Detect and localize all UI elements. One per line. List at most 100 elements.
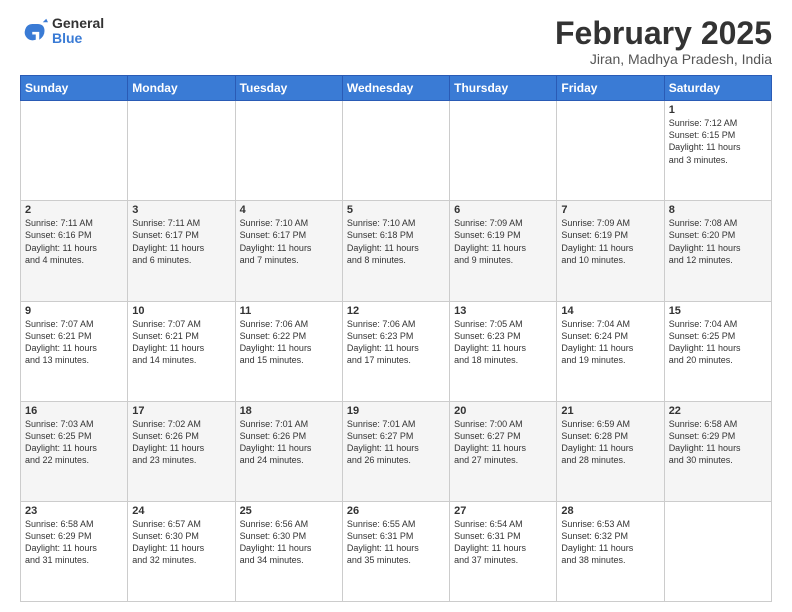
calendar-cell: 12Sunrise: 7:06 AM Sunset: 6:23 PM Dayli… — [342, 301, 449, 401]
day-number: 9 — [25, 305, 123, 317]
day-number: 13 — [454, 305, 552, 317]
day-info: Sunrise: 7:09 AM Sunset: 6:19 PM Dayligh… — [561, 217, 659, 266]
calendar-cell — [450, 101, 557, 201]
calendar-header-row: SundayMondayTuesdayWednesdayThursdayFrid… — [21, 76, 772, 101]
day-number: 8 — [669, 204, 767, 216]
day-info: Sunrise: 7:10 AM Sunset: 6:17 PM Dayligh… — [240, 217, 338, 266]
calendar-header-saturday: Saturday — [664, 76, 771, 101]
calendar-header-thursday: Thursday — [450, 76, 557, 101]
calendar-cell: 7Sunrise: 7:09 AM Sunset: 6:19 PM Daylig… — [557, 201, 664, 301]
day-info: Sunrise: 7:01 AM Sunset: 6:27 PM Dayligh… — [347, 418, 445, 467]
logo-general: General — [52, 16, 104, 31]
day-number: 6 — [454, 204, 552, 216]
calendar-cell: 19Sunrise: 7:01 AM Sunset: 6:27 PM Dayli… — [342, 401, 449, 501]
day-number: 26 — [347, 505, 445, 517]
calendar-cell — [128, 101, 235, 201]
calendar-cell: 24Sunrise: 6:57 AM Sunset: 6:30 PM Dayli… — [128, 501, 235, 601]
day-info: Sunrise: 6:53 AM Sunset: 6:32 PM Dayligh… — [561, 518, 659, 567]
day-number: 1 — [669, 104, 767, 116]
calendar-cell: 3Sunrise: 7:11 AM Sunset: 6:17 PM Daylig… — [128, 201, 235, 301]
title-section: February 2025 Jiran, Madhya Pradesh, Ind… — [555, 16, 772, 67]
day-number: 17 — [132, 405, 230, 417]
day-number: 3 — [132, 204, 230, 216]
calendar-week-3: 16Sunrise: 7:03 AM Sunset: 6:25 PM Dayli… — [21, 401, 772, 501]
day-info: Sunrise: 7:07 AM Sunset: 6:21 PM Dayligh… — [25, 318, 123, 367]
day-info: Sunrise: 7:11 AM Sunset: 6:17 PM Dayligh… — [132, 217, 230, 266]
day-info: Sunrise: 6:57 AM Sunset: 6:30 PM Dayligh… — [132, 518, 230, 567]
day-number: 23 — [25, 505, 123, 517]
calendar-week-1: 2Sunrise: 7:11 AM Sunset: 6:16 PM Daylig… — [21, 201, 772, 301]
calendar-cell: 17Sunrise: 7:02 AM Sunset: 6:26 PM Dayli… — [128, 401, 235, 501]
calendar-cell: 14Sunrise: 7:04 AM Sunset: 6:24 PM Dayli… — [557, 301, 664, 401]
day-info: Sunrise: 7:10 AM Sunset: 6:18 PM Dayligh… — [347, 217, 445, 266]
day-info: Sunrise: 6:55 AM Sunset: 6:31 PM Dayligh… — [347, 518, 445, 567]
day-number: 4 — [240, 204, 338, 216]
day-number: 10 — [132, 305, 230, 317]
day-number: 18 — [240, 405, 338, 417]
day-number: 27 — [454, 505, 552, 517]
day-number: 24 — [132, 505, 230, 517]
logo-text: General Blue — [52, 16, 104, 47]
day-info: Sunrise: 7:12 AM Sunset: 6:15 PM Dayligh… — [669, 117, 767, 166]
calendar-cell: 26Sunrise: 6:55 AM Sunset: 6:31 PM Dayli… — [342, 501, 449, 601]
calendar-cell: 21Sunrise: 6:59 AM Sunset: 6:28 PM Dayli… — [557, 401, 664, 501]
calendar-cell: 2Sunrise: 7:11 AM Sunset: 6:16 PM Daylig… — [21, 201, 128, 301]
calendar-cell — [235, 101, 342, 201]
day-number: 5 — [347, 204, 445, 216]
calendar-header-tuesday: Tuesday — [235, 76, 342, 101]
logo: General Blue — [20, 16, 104, 47]
day-number: 12 — [347, 305, 445, 317]
calendar-cell: 10Sunrise: 7:07 AM Sunset: 6:21 PM Dayli… — [128, 301, 235, 401]
calendar-cell: 20Sunrise: 7:00 AM Sunset: 6:27 PM Dayli… — [450, 401, 557, 501]
calendar-cell: 28Sunrise: 6:53 AM Sunset: 6:32 PM Dayli… — [557, 501, 664, 601]
calendar-cell: 22Sunrise: 6:58 AM Sunset: 6:29 PM Dayli… — [664, 401, 771, 501]
month-title: February 2025 — [555, 16, 772, 51]
day-info: Sunrise: 7:05 AM Sunset: 6:23 PM Dayligh… — [454, 318, 552, 367]
calendar-cell: 16Sunrise: 7:03 AM Sunset: 6:25 PM Dayli… — [21, 401, 128, 501]
calendar-week-2: 9Sunrise: 7:07 AM Sunset: 6:21 PM Daylig… — [21, 301, 772, 401]
day-info: Sunrise: 7:02 AM Sunset: 6:26 PM Dayligh… — [132, 418, 230, 467]
calendar-header-wednesday: Wednesday — [342, 76, 449, 101]
calendar-cell: 11Sunrise: 7:06 AM Sunset: 6:22 PM Dayli… — [235, 301, 342, 401]
calendar-cell: 13Sunrise: 7:05 AM Sunset: 6:23 PM Dayli… — [450, 301, 557, 401]
calendar-cell — [557, 101, 664, 201]
day-number: 20 — [454, 405, 552, 417]
day-info: Sunrise: 7:04 AM Sunset: 6:25 PM Dayligh… — [669, 318, 767, 367]
day-info: Sunrise: 7:03 AM Sunset: 6:25 PM Dayligh… — [25, 418, 123, 467]
calendar-week-0: 1Sunrise: 7:12 AM Sunset: 6:15 PM Daylig… — [21, 101, 772, 201]
header: General Blue February 2025 Jiran, Madhya… — [20, 16, 772, 67]
calendar-cell: 25Sunrise: 6:56 AM Sunset: 6:30 PM Dayli… — [235, 501, 342, 601]
calendar-cell: 15Sunrise: 7:04 AM Sunset: 6:25 PM Dayli… — [664, 301, 771, 401]
calendar-cell — [664, 501, 771, 601]
calendar-header-monday: Monday — [128, 76, 235, 101]
day-number: 19 — [347, 405, 445, 417]
day-info: Sunrise: 7:08 AM Sunset: 6:20 PM Dayligh… — [669, 217, 767, 266]
calendar-header-friday: Friday — [557, 76, 664, 101]
calendar-cell: 6Sunrise: 7:09 AM Sunset: 6:19 PM Daylig… — [450, 201, 557, 301]
calendar-cell: 4Sunrise: 7:10 AM Sunset: 6:17 PM Daylig… — [235, 201, 342, 301]
day-number: 16 — [25, 405, 123, 417]
day-info: Sunrise: 6:54 AM Sunset: 6:31 PM Dayligh… — [454, 518, 552, 567]
day-info: Sunrise: 7:11 AM Sunset: 6:16 PM Dayligh… — [25, 217, 123, 266]
day-info: Sunrise: 6:56 AM Sunset: 6:30 PM Dayligh… — [240, 518, 338, 567]
location: Jiran, Madhya Pradesh, India — [555, 51, 772, 67]
logo-icon — [20, 17, 48, 45]
page: General Blue February 2025 Jiran, Madhya… — [0, 0, 792, 612]
day-info: Sunrise: 7:06 AM Sunset: 6:23 PM Dayligh… — [347, 318, 445, 367]
day-info: Sunrise: 7:06 AM Sunset: 6:22 PM Dayligh… — [240, 318, 338, 367]
day-number: 14 — [561, 305, 659, 317]
calendar-cell — [342, 101, 449, 201]
calendar-cell: 18Sunrise: 7:01 AM Sunset: 6:26 PM Dayli… — [235, 401, 342, 501]
day-number: 15 — [669, 305, 767, 317]
day-number: 28 — [561, 505, 659, 517]
calendar-header-sunday: Sunday — [21, 76, 128, 101]
day-number: 21 — [561, 405, 659, 417]
day-info: Sunrise: 6:59 AM Sunset: 6:28 PM Dayligh… — [561, 418, 659, 467]
day-info: Sunrise: 7:01 AM Sunset: 6:26 PM Dayligh… — [240, 418, 338, 467]
day-number: 22 — [669, 405, 767, 417]
day-info: Sunrise: 6:58 AM Sunset: 6:29 PM Dayligh… — [669, 418, 767, 467]
day-number: 2 — [25, 204, 123, 216]
calendar-cell: 23Sunrise: 6:58 AM Sunset: 6:29 PM Dayli… — [21, 501, 128, 601]
calendar-cell: 8Sunrise: 7:08 AM Sunset: 6:20 PM Daylig… — [664, 201, 771, 301]
calendar-cell: 27Sunrise: 6:54 AM Sunset: 6:31 PM Dayli… — [450, 501, 557, 601]
